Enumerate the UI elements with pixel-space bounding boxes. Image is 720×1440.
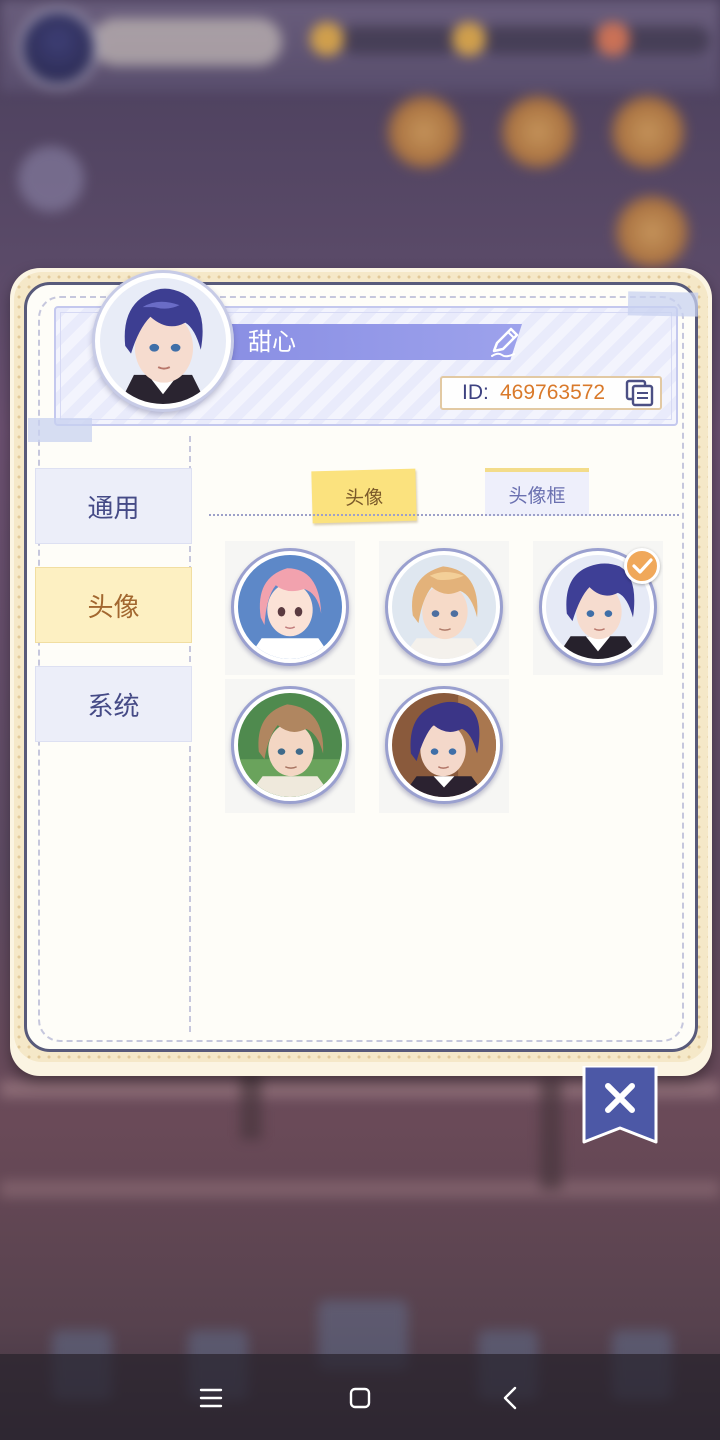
dark-purple-hair-boy-avatar <box>392 693 496 797</box>
background-avatar <box>18 8 98 88</box>
background-heart-icon <box>596 22 630 56</box>
selected-badge <box>624 548 660 584</box>
avatar-option-dark-purple-hair-boy[interactable] <box>385 686 503 804</box>
profile-avatar-art <box>100 278 226 404</box>
tab-avatar-frame[interactable]: 头像框 <box>485 468 589 516</box>
profile-avatar[interactable] <box>92 270 234 412</box>
copy-icon[interactable] <box>624 378 656 408</box>
blond-boy-avatar <box>392 555 496 659</box>
avatar-option-blond-boy[interactable] <box>385 548 503 666</box>
side-tab-general[interactable]: 通用 <box>35 468 192 544</box>
player-name: 甜心 <box>248 328 296 356</box>
background-resource <box>620 26 710 54</box>
home-icon[interactable] <box>340 1378 380 1418</box>
background-post <box>540 1080 562 1190</box>
background-menu-icon <box>612 192 692 272</box>
background-rail <box>0 1180 720 1198</box>
avatar-option-pink-hair-girl[interactable] <box>231 548 349 666</box>
menu-icon[interactable] <box>191 1378 231 1418</box>
tab-underline <box>209 514 679 516</box>
background-menu-icon <box>498 92 578 172</box>
background-post <box>240 1070 262 1140</box>
avatar-option-brown-hair-boy[interactable] <box>231 686 349 804</box>
background-resource <box>340 26 460 54</box>
brown-hair-boy-avatar <box>238 693 342 797</box>
id-label: ID: <box>462 381 489 404</box>
background-name-pill <box>92 18 282 66</box>
tape-decoration <box>28 418 92 442</box>
id-value: 469763572 <box>500 381 606 404</box>
background-menu-icon <box>384 92 464 172</box>
background-gem-icon <box>452 22 486 56</box>
background-coin-icon <box>310 22 344 56</box>
background-menu-icon <box>608 92 688 172</box>
pink-hair-girl-avatar <box>238 555 342 659</box>
pencil-icon[interactable] <box>486 324 522 360</box>
background-side-button <box>18 146 84 212</box>
tape-decoration <box>627 291 699 317</box>
check-icon <box>632 558 653 574</box>
back-icon[interactable] <box>491 1378 531 1418</box>
side-tab-system[interactable]: 系统 <box>35 666 192 742</box>
background-resource <box>480 26 600 54</box>
side-tab-avatar[interactable]: 头像 <box>35 567 192 643</box>
close-button[interactable] <box>582 1066 658 1144</box>
